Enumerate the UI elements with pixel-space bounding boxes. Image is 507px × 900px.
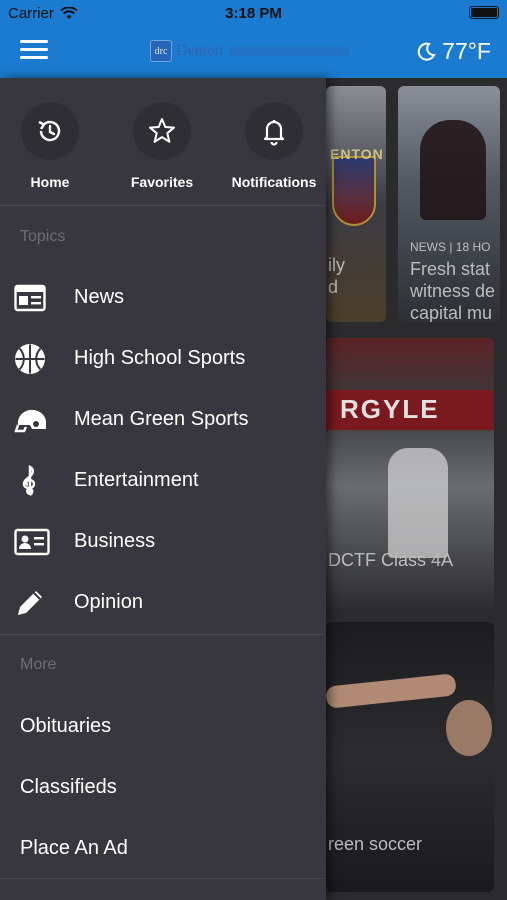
drawer-item-place-an-ad[interactable]: Place An Ad: [20, 837, 128, 860]
star-icon: [133, 102, 191, 160]
news-feed: ENTON ily d NEWS | 18 HO Fresh stat witn…: [326, 78, 507, 900]
drawer-item-high-school-sports[interactable]: High School Sports: [0, 328, 326, 389]
pencil-icon: [0, 587, 74, 619]
moon-icon: [417, 42, 436, 61]
drawer-item-label: Entertainment: [74, 469, 199, 491]
navigation-drawer: Home Favorites Notifications Topics News…: [0, 78, 326, 900]
treble-clef-icon: [0, 464, 74, 498]
drawer-item-label: News: [74, 286, 125, 308]
business-card-icon: [0, 528, 74, 556]
story-card[interactable]: NEWS | 18 HO Fresh stat witness de capit…: [398, 86, 500, 322]
drawer-item-business[interactable]: Business: [0, 511, 326, 572]
story-photo: [420, 120, 486, 220]
football-helmet-icon: [0, 405, 74, 435]
seal-text: ENTON: [330, 146, 384, 162]
story-headline: DCTF Class 4A: [328, 550, 454, 570]
story-tag: NEWS | 18 HO: [410, 240, 491, 254]
temperature: 77°F: [442, 38, 491, 64]
banner-text: RGYLE: [340, 394, 440, 424]
drawer-item-obituaries[interactable]: Obituaries: [20, 715, 111, 738]
city-seal-image: [332, 156, 376, 226]
quick-link-notifications[interactable]: Notifications: [224, 102, 324, 190]
quick-link-label: Notifications: [231, 174, 317, 190]
drawer-item-label: Mean Green Sports: [74, 408, 249, 430]
app-header: drc Denton 77°F: [0, 26, 507, 78]
story-card[interactable]: reen soccer: [326, 622, 494, 892]
status-bar: Carrier 3:18 PM: [0, 0, 507, 26]
quick-link-favorites[interactable]: Favorites: [112, 102, 212, 190]
player-photo: [388, 448, 448, 558]
story-headline: reen soccer: [328, 834, 423, 854]
basketball-icon: [0, 343, 74, 375]
app-logo: drc Denton: [150, 40, 350, 62]
quick-link-label: Home: [30, 174, 70, 190]
drawer-item-label: Opinion: [74, 591, 143, 613]
battery-icon: [469, 6, 499, 19]
story-card[interactable]: ENTON ily d: [326, 86, 386, 322]
drawer-item-mean-green-sports[interactable]: Mean Green Sports: [0, 389, 326, 450]
story-photo-detail: [446, 700, 492, 756]
story-photo: [326, 673, 457, 709]
quick-link-label: Favorites: [130, 174, 194, 190]
section-divider: [0, 878, 326, 879]
story-headline: Fresh stat witness de capital mu: [410, 259, 496, 322]
hamburger-menu-button[interactable]: [20, 40, 48, 64]
drawer-item-label: High School Sports: [74, 347, 246, 369]
clock: 3:18 PM: [225, 5, 282, 22]
drawer-item-opinion[interactable]: Opinion: [0, 572, 326, 633]
quick-link-home[interactable]: Home: [0, 102, 100, 190]
story-card[interactable]: RGYLE DCTF Class 4A: [326, 338, 494, 608]
section-title-more: More: [20, 656, 57, 673]
drawer-item-label: Business: [74, 530, 156, 552]
quick-links: Home Favorites Notifications: [0, 78, 326, 206]
weather-widget[interactable]: 77°F: [416, 38, 491, 65]
drawer-item-classifieds[interactable]: Classifieds: [20, 776, 117, 799]
bell-icon: [245, 102, 303, 160]
home-refresh-icon: [21, 102, 79, 160]
drawer-item-entertainment[interactable]: Entertainment: [0, 450, 326, 511]
logo-name: Denton: [176, 42, 224, 59]
section-title-topics: Topics: [20, 228, 66, 245]
story-headline: ily d: [328, 255, 345, 297]
logo-tail: [229, 46, 350, 56]
logo-badge: drc: [150, 40, 172, 62]
newspaper-icon: [0, 284, 74, 312]
section-divider: [0, 634, 326, 635]
drawer-item-news[interactable]: News: [0, 267, 326, 328]
